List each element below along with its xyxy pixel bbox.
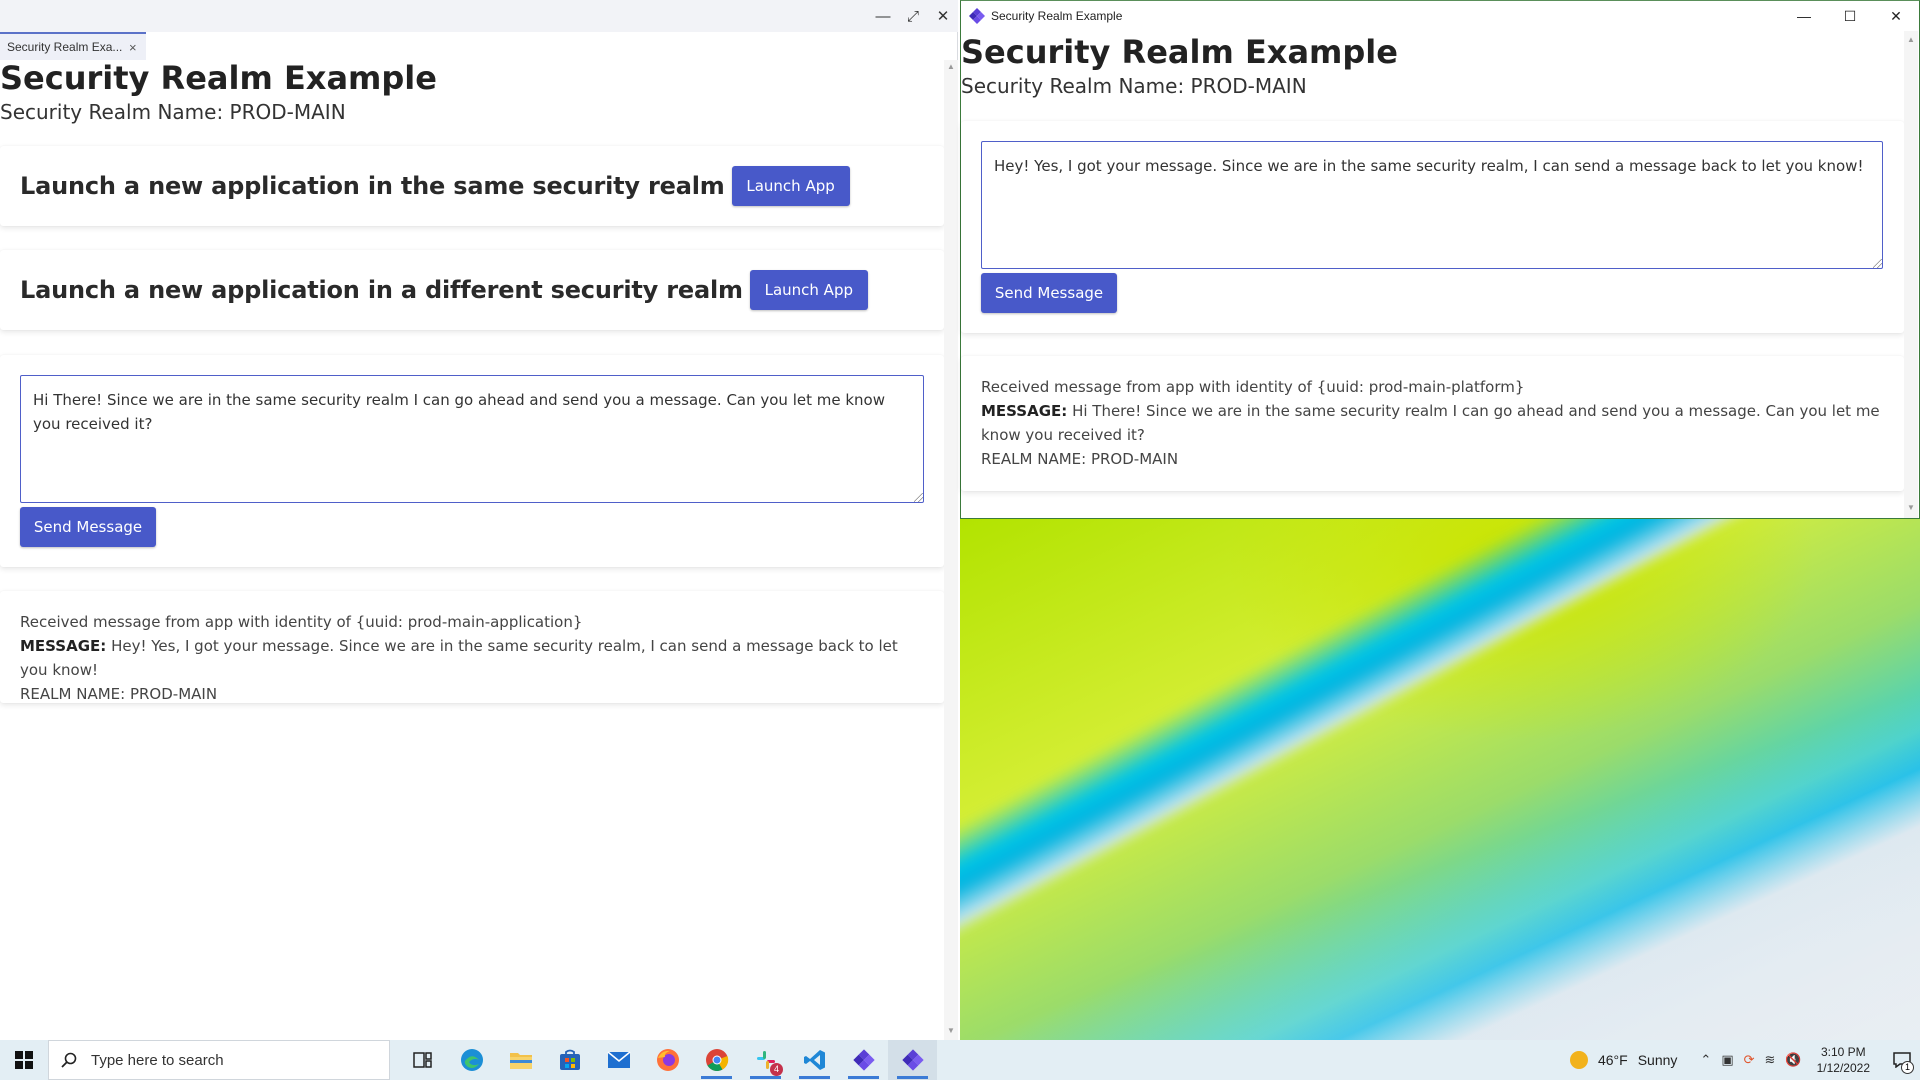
scroll-down-icon[interactable]: ▼ xyxy=(1907,503,1915,512)
notification-count: 1 xyxy=(1901,1061,1914,1074)
vscode-icon[interactable] xyxy=(790,1040,839,1080)
tab-label: Security Realm Exa... xyxy=(7,40,123,54)
launch-different-heading: Launch a new application in a different … xyxy=(20,276,743,304)
sun-icon xyxy=(1569,1051,1588,1069)
received-message: Received message from app with identity … xyxy=(20,610,924,706)
received-message: Received message from app with identity … xyxy=(981,375,1884,471)
message-input[interactable]: Hey! Yes, I got your message. Since we a… xyxy=(981,141,1883,269)
system-tray: 46°F Sunny ⌃ ▣ ⟳ ≋ 🔇 3:10 PM 1/12/2022 1 xyxy=(1569,1040,1920,1080)
clock[interactable]: 3:10 PM 1/12/2022 xyxy=(1817,1044,1870,1076)
openfin-icon xyxy=(969,8,985,24)
send-message-button[interactable]: Send Message xyxy=(981,273,1117,313)
realm-name: Security Realm Name: PROD-MAIN xyxy=(0,100,346,124)
wallpaper-fade xyxy=(960,518,1920,1040)
close-icon[interactable]: ✕ xyxy=(928,0,958,32)
tab-security-realm[interactable]: Security Realm Exa... × xyxy=(0,32,146,60)
mail-icon[interactable] xyxy=(594,1040,643,1080)
left-scrollbar[interactable]: ▲ ▼ xyxy=(944,60,958,1040)
minimize-icon[interactable]: — xyxy=(1781,1,1827,31)
launch-app-different-button[interactable]: Launch App xyxy=(749,270,868,310)
minimize-icon[interactable]: — xyxy=(868,0,898,32)
message-text: Hi There! Since we are in the same secur… xyxy=(981,402,1880,444)
received-realm: REALM NAME: PROD-MAIN xyxy=(981,450,1179,468)
expand-icon[interactable]: ⤢ xyxy=(898,0,928,32)
left-app-window: — ⤢ ✕ Security Realm Exa... × Security R… xyxy=(0,0,958,1040)
right-window-titlebar[interactable]: Security Realm Example — ☐ ✕ xyxy=(961,1,1919,31)
right-scrollbar[interactable]: ▲ ▼ xyxy=(1904,31,1918,518)
weather-text: Sunny xyxy=(1637,1052,1678,1068)
firefox-icon[interactable] xyxy=(643,1040,692,1080)
taskbar: Type here to search 4 46°F Sunny ⌃ ▣ ⟳ ≋… xyxy=(0,1040,1920,1080)
chrome-icon[interactable] xyxy=(692,1040,741,1080)
received-realm: REALM NAME: PROD-MAIN xyxy=(20,685,218,703)
slack-badge: 4 xyxy=(770,1063,783,1076)
received-identity: Received message from app with identity … xyxy=(981,378,1525,396)
meet-now-icon[interactable]: ▣ xyxy=(1721,1052,1733,1068)
scroll-up-icon[interactable]: ▲ xyxy=(947,62,955,71)
message-card: Hi There! Since we are in the same secur… xyxy=(0,355,944,567)
weather-temp: 46°F xyxy=(1597,1052,1628,1068)
left-page-header: Security Realm Example Security Realm Na… xyxy=(0,58,437,126)
launch-app-same-button[interactable]: Launch App xyxy=(731,166,850,206)
message-text: Hey! Yes, I got your message. Since we a… xyxy=(20,637,898,679)
edge-icon[interactable] xyxy=(447,1040,496,1080)
launch-same-realm-card: Launch a new application in the same sec… xyxy=(0,146,944,226)
scroll-up-icon[interactable]: ▲ xyxy=(1907,35,1915,44)
textarea-resize-grip[interactable] xyxy=(1873,259,1882,268)
chevron-up-icon[interactable]: ⌃ xyxy=(1700,1052,1711,1068)
scroll-down-icon[interactable]: ▼ xyxy=(947,1026,955,1035)
clock-time: 3:10 PM xyxy=(1820,1045,1866,1059)
send-message-button[interactable]: Send Message xyxy=(20,507,156,547)
message-card: Hey! Yes, I got your message. Since we a… xyxy=(961,121,1904,333)
right-page-header: Security Realm Example Security Realm Na… xyxy=(961,32,1398,100)
close-icon[interactable]: ✕ xyxy=(1873,1,1919,31)
clock-date: 1/12/2022 xyxy=(1816,1061,1870,1075)
update-icon[interactable]: ⟳ xyxy=(1744,1052,1755,1068)
realm-name: Security Realm Name: PROD-MAIN xyxy=(961,74,1307,98)
message-label: MESSAGE: xyxy=(20,637,107,655)
search-placeholder: Type here to search xyxy=(91,1051,224,1069)
taskbar-apps: 4 xyxy=(398,1040,937,1080)
message-label: MESSAGE: xyxy=(981,402,1068,420)
task-view-icon[interactable] xyxy=(398,1040,447,1080)
taskbar-search[interactable]: Type here to search xyxy=(48,1040,390,1080)
volume-muted-icon[interactable]: 🔇 xyxy=(1785,1052,1801,1068)
received-message-card: Received message from app with identity … xyxy=(961,356,1904,491)
notification-center[interactable]: 1 xyxy=(1884,1040,1920,1080)
file-explorer-icon[interactable] xyxy=(496,1040,545,1080)
wifi-icon[interactable]: ≋ xyxy=(1765,1052,1776,1068)
openfin-icon[interactable] xyxy=(888,1040,937,1080)
weather-widget[interactable]: 46°F Sunny xyxy=(1569,1051,1678,1069)
left-window-controls: — ⤢ ✕ xyxy=(868,0,958,32)
windows-logo-icon xyxy=(15,1051,33,1069)
start-button[interactable] xyxy=(0,1040,48,1080)
openfin-icon[interactable] xyxy=(839,1040,888,1080)
search-icon xyxy=(61,1052,77,1068)
received-message-line: MESSAGE: Hey! Yes, I got your message. S… xyxy=(20,634,924,682)
received-message-card: Received message from app with identity … xyxy=(0,591,944,703)
right-app-window: Security Realm Example — ☐ ✕ Security Re… xyxy=(960,0,1920,519)
launch-different-realm-card: Launch a new application in a different … xyxy=(0,250,944,330)
textarea-resize-grip[interactable] xyxy=(914,493,923,502)
window-title: Security Realm Example xyxy=(991,9,1123,23)
slack-icon[interactable]: 4 xyxy=(741,1040,790,1080)
left-window-titlebar[interactable]: — ⤢ ✕ xyxy=(0,0,958,32)
tab-close-icon[interactable]: × xyxy=(129,40,137,55)
right-window-controls: — ☐ ✕ xyxy=(1781,1,1919,31)
message-input[interactable]: Hi There! Since we are in the same secur… xyxy=(20,375,924,503)
page-title: Security Realm Example xyxy=(961,33,1398,71)
maximize-icon[interactable]: ☐ xyxy=(1827,1,1873,31)
received-message-line: MESSAGE: Hi There! Since we are in the s… xyxy=(981,399,1884,447)
received-identity: Received message from app with identity … xyxy=(20,613,583,631)
page-title: Security Realm Example xyxy=(0,59,437,97)
desktop-wallpaper xyxy=(960,518,1920,1040)
microsoft-store-icon[interactable] xyxy=(545,1040,594,1080)
launch-same-heading: Launch a new application in the same sec… xyxy=(20,172,725,200)
